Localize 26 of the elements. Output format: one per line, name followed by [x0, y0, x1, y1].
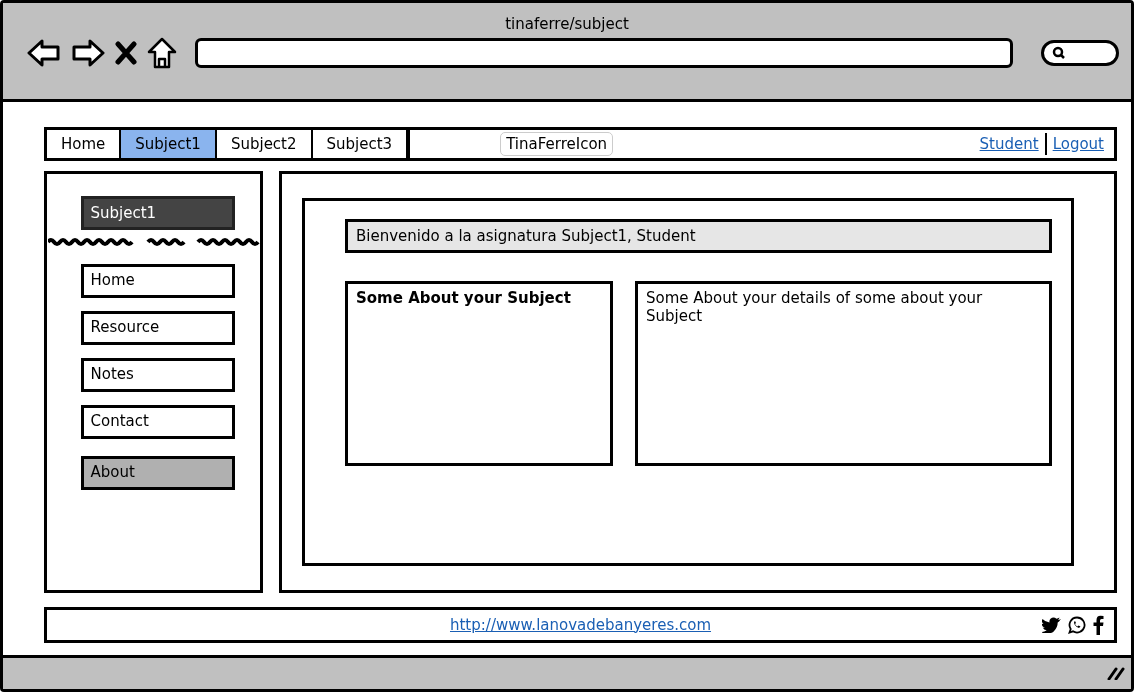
letter-f-icon[interactable]	[1092, 614, 1104, 635]
sidebar-item[interactable]: About	[80, 455, 235, 490]
details-text: Some About your details of some about your Subject	[646, 288, 984, 325]
footer-link[interactable]: http://www.lanovadebanyeres.com	[450, 615, 711, 634]
window-title: tinaferre/subject	[505, 15, 629, 33]
sidebar-item[interactable]: Resource	[80, 310, 235, 345]
chat-icon[interactable]	[1068, 615, 1086, 634]
nav-link[interactable]: Logout	[1046, 134, 1110, 153]
home-icon[interactable]	[147, 37, 177, 69]
bird-icon[interactable]	[1042, 616, 1062, 633]
address-field[interactable]	[195, 38, 1013, 68]
close-icon[interactable]	[115, 41, 137, 65]
nav-link[interactable]: Student	[973, 134, 1045, 153]
resize-grip-icon[interactable]	[1107, 666, 1125, 681]
welcome-banner: Bienvenido a la asignatura Subject1, Student	[345, 218, 1052, 253]
search-field[interactable]	[1041, 40, 1119, 66]
sidebar-heading: Subject1	[80, 195, 235, 230]
search-icon	[1052, 46, 1066, 60]
forward-icon[interactable]	[71, 38, 105, 68]
sidebar-item[interactable]: Contact	[80, 404, 235, 439]
sidebar-item[interactable]: Home	[80, 263, 235, 298]
back-icon[interactable]	[27, 38, 61, 68]
about-title: Some About your Subject	[356, 288, 572, 307]
nav-tab[interactable]: Subject1	[121, 129, 217, 158]
logo-label: TinaFerreIcon	[500, 131, 614, 156]
sidebar-item[interactable]: Notes	[80, 357, 235, 392]
